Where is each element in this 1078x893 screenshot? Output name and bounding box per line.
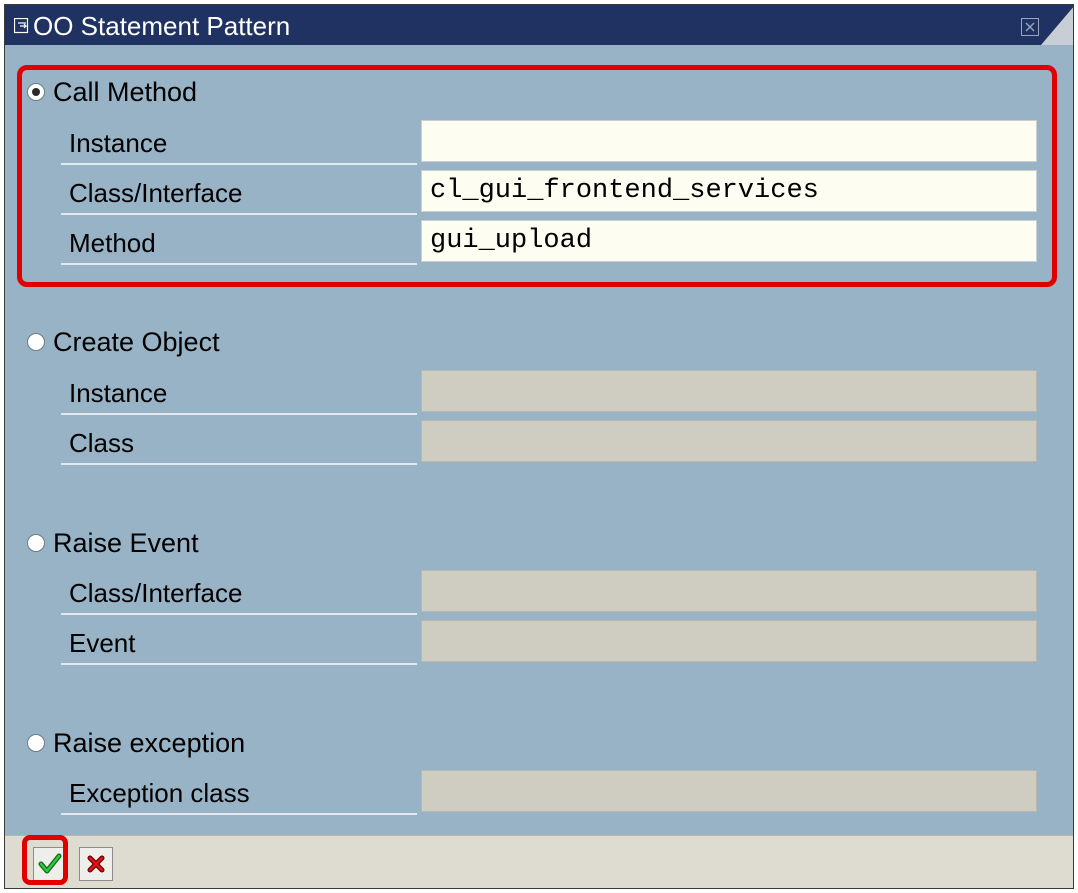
title-bar-corner: [1041, 5, 1073, 45]
raise-exception-class-input: [421, 770, 1037, 812]
call-method-class-input[interactable]: cl_gui_frontend_services: [421, 170, 1037, 212]
create-object-instance-label: Instance: [61, 373, 417, 415]
create-object-label: Create Object: [53, 327, 220, 357]
call-method-radio[interactable]: [27, 83, 45, 101]
raise-event-class-input: [421, 570, 1037, 612]
create-object-class-input: [421, 420, 1037, 462]
raise-event-label: Raise Event: [53, 528, 199, 558]
raise-exception-class-label: Exception class: [61, 773, 417, 815]
close-icon: [1025, 22, 1035, 32]
raise-event-event-input: [421, 620, 1037, 662]
title-bar: OO Statement Pattern: [5, 5, 1073, 45]
checkmark-icon: [38, 853, 62, 874]
confirm-button[interactable]: [33, 847, 67, 881]
cancel-x-icon: [87, 855, 105, 873]
call-method-method-label: Method: [61, 223, 417, 265]
cancel-button[interactable]: [79, 847, 113, 881]
dialog-title: OO Statement Pattern: [33, 11, 291, 41]
raise-exception-label: Raise exception: [53, 728, 246, 758]
raise-event-event-label: Event: [61, 623, 417, 665]
raise-exception-radio[interactable]: [27, 734, 45, 752]
call-method-class-label: Class/Interface: [61, 173, 417, 215]
dialog-toolbar: [5, 835, 1073, 888]
create-object-radio[interactable]: [27, 333, 45, 351]
dialog-icon: [13, 17, 30, 34]
close-button[interactable]: [1021, 18, 1039, 36]
call-method-label: Call Method: [53, 77, 198, 107]
call-method-instance-input[interactable]: [421, 120, 1037, 162]
raise-event-class-label: Class/Interface: [61, 573, 417, 615]
call-method-method-input[interactable]: gui_upload: [421, 220, 1037, 262]
create-object-class-label: Class: [61, 423, 417, 465]
oo-statement-pattern-dialog: OO Statement Pattern Call Method Instanc…: [4, 4, 1074, 889]
call-method-instance-label: Instance: [61, 123, 417, 165]
raise-event-radio[interactable]: [27, 534, 45, 552]
create-object-instance-input: [421, 370, 1037, 412]
